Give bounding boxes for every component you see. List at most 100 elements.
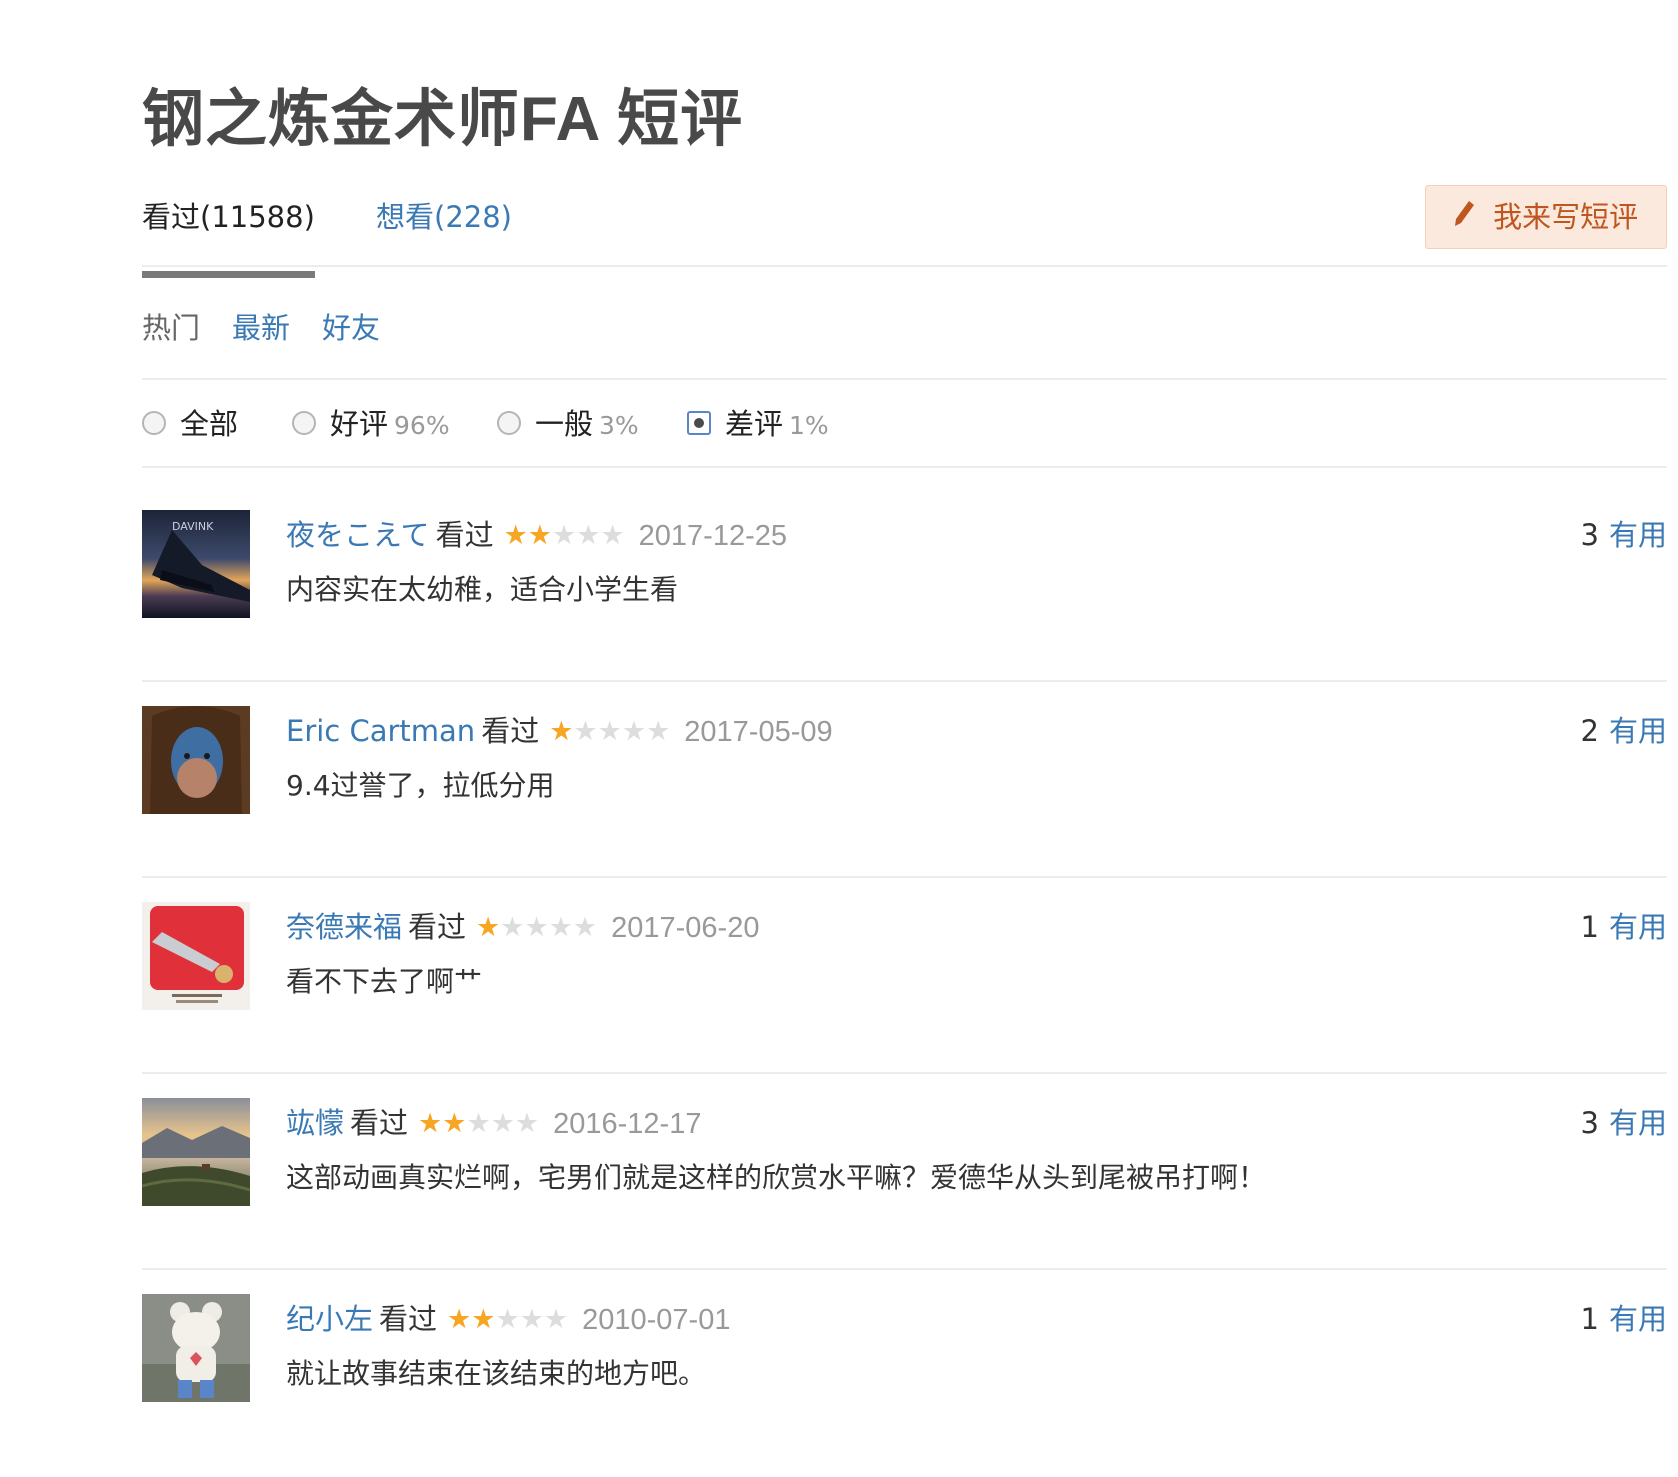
sort-newest[interactable]: 最新 bbox=[232, 308, 290, 348]
bear-figure-avatar[interactable] bbox=[142, 1294, 250, 1402]
vote-count: 2 bbox=[1580, 714, 1599, 748]
star-icon: ★ bbox=[646, 716, 671, 747]
comment-user[interactable]: 纪小左 bbox=[286, 1302, 373, 1336]
filter-mid-label: 一般 bbox=[535, 407, 594, 441]
comment-status: 看过 bbox=[481, 714, 540, 748]
vote-count: 1 bbox=[1580, 1302, 1599, 1336]
write-comment-button[interactable]: 我来写短评 bbox=[1425, 185, 1667, 249]
star-rating: ★★★★★ bbox=[418, 1097, 539, 1147]
star-icon: ★ bbox=[552, 520, 577, 551]
vote-count: 3 bbox=[1580, 1106, 1599, 1140]
star-icon: ★ bbox=[597, 716, 622, 747]
filter-bad-percent: 1% bbox=[789, 411, 829, 440]
comment-date: 2017-12-25 bbox=[638, 520, 788, 552]
radio-good[interactable] bbox=[292, 411, 316, 435]
useful-button[interactable]: 有用 bbox=[1609, 1302, 1667, 1336]
star-rating: ★★★★★ bbox=[476, 901, 597, 951]
comment-info: 竑懞 看过 ★★★★★ 2016-12-17 bbox=[286, 1098, 701, 1148]
comment-item: 奈德来福 看过 ★★★★★ 2017-06-20 看不下去了啊艹 1 有用 bbox=[142, 862, 1667, 1074]
comment-user[interactable]: 夜をこえて bbox=[286, 518, 430, 552]
comment-status: 看过 bbox=[379, 1302, 438, 1336]
vote-count: 3 bbox=[1580, 518, 1599, 552]
comment-votes: 3 有用 bbox=[1581, 510, 1667, 560]
filter-good[interactable]: 好评 96% bbox=[292, 402, 450, 446]
filter-mid[interactable]: 一般 3% bbox=[497, 402, 639, 446]
star-icon: ★ bbox=[466, 1108, 491, 1139]
star-icon: ★ bbox=[548, 912, 573, 943]
comment-votes: 2 有用 bbox=[1581, 706, 1667, 756]
useful-button[interactable]: 有用 bbox=[1609, 714, 1667, 748]
filter-all-label: 全部 bbox=[180, 407, 239, 441]
star-icon: ★ bbox=[495, 1304, 520, 1335]
comment-info: 纪小左 看过 ★★★★★ 2010-07-01 bbox=[286, 1294, 730, 1344]
filter-good-percent: 96% bbox=[394, 411, 450, 440]
vote-count: 1 bbox=[1580, 910, 1599, 944]
comment-status: 看过 bbox=[408, 910, 467, 944]
filter-bad[interactable]: 差评 1% bbox=[687, 402, 829, 446]
comment-info: 夜をこえて 看过 ★★★★★ 2017-12-25 bbox=[286, 510, 787, 560]
star-icon: ★ bbox=[418, 1108, 443, 1139]
star-icon: ★ bbox=[572, 912, 598, 943]
face-paint-avatar[interactable] bbox=[142, 706, 250, 814]
star-icon: ★ bbox=[476, 912, 501, 943]
comment-user[interactable]: 竑懞 bbox=[286, 1106, 344, 1140]
red-album-avatar[interactable] bbox=[142, 902, 250, 1010]
sort-hot[interactable]: 热门 bbox=[142, 308, 200, 348]
comment-date: 2017-05-09 bbox=[684, 716, 833, 748]
star-rating: ★★★★★ bbox=[504, 509, 625, 559]
comment-votes: 1 有用 bbox=[1581, 902, 1667, 952]
radio-all[interactable] bbox=[142, 411, 166, 435]
tab-watched[interactable]: 看过(11588) bbox=[142, 197, 315, 278]
radio-bad[interactable] bbox=[687, 411, 711, 435]
comment-info: Eric Cartman 看过 ★★★★★ 2017-05-09 bbox=[286, 706, 833, 756]
comment-date: 2017-06-20 bbox=[611, 912, 760, 944]
comment-item: 竑懞 看过 ★★★★★ 2016-12-17 这部动画真实烂啊，宅男们就是这样的欣赏水… bbox=[142, 1058, 1667, 1270]
star-icon: ★ bbox=[600, 520, 625, 551]
active-tab-underline bbox=[142, 271, 315, 278]
comment-item: DAVINK 夜をこえて 看过 ★★★★★ 2017-12-25 内容实在太幼稚，适合… bbox=[142, 470, 1667, 682]
rating-filter: 全部 好评 96% 一般 3% 差评 1% bbox=[142, 382, 1667, 468]
filter-good-label: 好评 bbox=[330, 407, 389, 441]
filter-bad-label: 差评 bbox=[725, 407, 784, 441]
star-rating: ★★★★★ bbox=[549, 705, 670, 755]
airplane-wing-avatar[interactable]: DAVINK bbox=[142, 510, 250, 618]
star-rating: ★★★★★ bbox=[447, 1293, 568, 1343]
filter-all[interactable]: 全部 bbox=[142, 402, 238, 446]
star-icon: ★ bbox=[621, 716, 647, 747]
comment-text: 看不下去了啊艹 bbox=[286, 965, 483, 998]
svg-text:DAVINK: DAVINK bbox=[172, 520, 214, 533]
tab-wish[interactable]: 想看(228) bbox=[376, 197, 512, 237]
comment-date: 2016-12-17 bbox=[553, 1108, 702, 1140]
comment-text: 内容实在太幼稚，适合小学生看 bbox=[286, 573, 679, 606]
comment-text: 就让故事结束在该结束的地方吧。 bbox=[286, 1357, 707, 1390]
star-icon: ★ bbox=[500, 912, 525, 943]
star-icon: ★ bbox=[447, 1304, 472, 1335]
comment-item: Eric Cartman 看过 ★★★★★ 2017-05-09 9.4过誉了，拉低分… bbox=[142, 666, 1667, 878]
star-icon: ★ bbox=[549, 716, 574, 747]
useful-button[interactable]: 有用 bbox=[1609, 1106, 1667, 1140]
useful-button[interactable]: 有用 bbox=[1609, 910, 1667, 944]
comment-user[interactable]: Eric Cartman bbox=[286, 714, 475, 748]
useful-button[interactable]: 有用 bbox=[1609, 518, 1667, 552]
comment-item: 纪小左 看过 ★★★★★ 2010-07-01 就让故事结束在该结束的地方吧。 1 有用 bbox=[142, 1254, 1667, 1464]
radio-mid[interactable] bbox=[497, 411, 521, 435]
comment-info: 奈德来福 看过 ★★★★★ 2017-06-20 bbox=[286, 902, 759, 952]
comment-user[interactable]: 奈德来福 bbox=[286, 910, 402, 944]
star-icon: ★ bbox=[527, 520, 553, 551]
sort-options: 热门 最新 好友 bbox=[142, 300, 1667, 380]
page-title: 钢之炼金术师FA 短评 bbox=[142, 85, 744, 154]
tab-bar: 看过(11588) 想看(228) 我来写短评 bbox=[142, 185, 1667, 278]
comment-text: 这部动画真实烂啊，宅男们就是这样的欣赏水平嘛？爱德华从头到尾被吊打啊！ bbox=[286, 1161, 1267, 1194]
comment-status: 看过 bbox=[350, 1106, 409, 1140]
sort-friends[interactable]: 好友 bbox=[322, 308, 380, 348]
star-icon: ★ bbox=[471, 1304, 496, 1335]
star-icon: ★ bbox=[442, 1108, 467, 1139]
star-icon: ★ bbox=[543, 1304, 569, 1335]
comment-votes: 3 有用 bbox=[1581, 1098, 1667, 1148]
filter-mid-percent: 3% bbox=[599, 411, 639, 440]
comment-votes: 1 有用 bbox=[1581, 1294, 1667, 1344]
star-icon: ★ bbox=[519, 1304, 544, 1335]
comment-date: 2010-07-01 bbox=[582, 1304, 731, 1336]
landscape-avatar[interactable] bbox=[142, 1098, 250, 1206]
comment-status: 看过 bbox=[435, 518, 494, 552]
